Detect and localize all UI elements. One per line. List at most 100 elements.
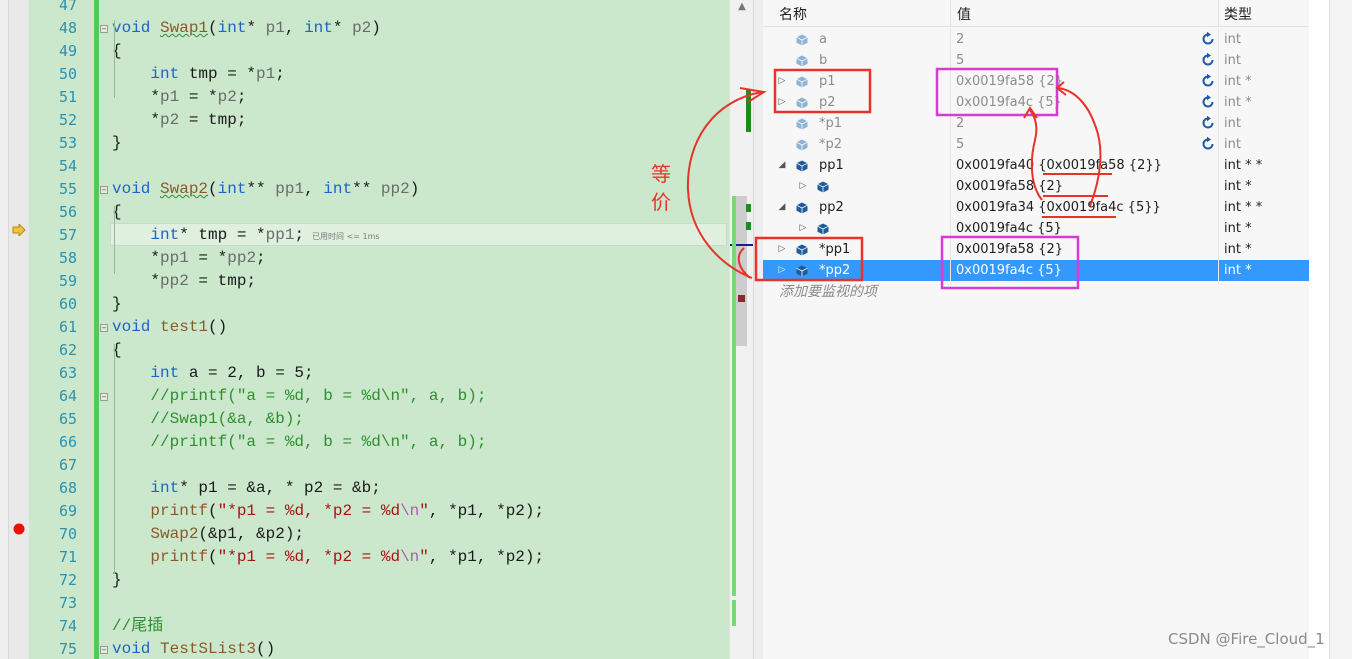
refresh-icon[interactable] xyxy=(1200,115,1216,131)
scrollbar-thumb[interactable] xyxy=(736,196,747,346)
watch-row[interactable]: ▷ 0x0019fa4c {5} int * xyxy=(763,218,1309,239)
watch-value[interactable]: 0x0019fa40 {0x0019fa58 {2}} xyxy=(956,155,1196,176)
collapse-arrow-icon[interactable]: ◢ xyxy=(777,197,787,218)
watch-row[interactable]: ◢ pp2 0x0019fa34 {0x0019fa4c {5}} int * * xyxy=(763,197,1309,218)
panel-splitter[interactable] xyxy=(753,0,763,659)
code-line[interactable]: int tmp = *p1; xyxy=(112,63,284,86)
watch-name[interactable] xyxy=(840,176,949,197)
collapse-arrow-icon[interactable]: ◢ xyxy=(777,155,787,176)
watch-name[interactable]: pp1 xyxy=(819,155,949,176)
watch-row[interactable]: ▷ *pp1 0x0019fa58 {2} int * xyxy=(763,239,1309,260)
watch-value[interactable]: 0x0019fa4c {5} xyxy=(956,218,1196,239)
watch-row[interactable]: ▷ p2 0x0019fa4c {5} int * xyxy=(763,92,1309,113)
code-line[interactable]: Swap2(&p1, &p2); xyxy=(112,523,304,546)
watch-type[interactable]: int xyxy=(1224,113,1309,134)
fold-toggle-icon[interactable]: − xyxy=(100,178,112,201)
fold-toggle-icon[interactable]: − xyxy=(100,316,112,339)
watch-type[interactable]: int * * xyxy=(1224,197,1309,218)
code-line[interactable]: int* p1 = &a, * p2 = &b; xyxy=(112,477,380,500)
watch-row[interactable]: ▷ *pp2 0x0019fa4c {5} int * xyxy=(763,260,1309,281)
watch-vertical-scrollbar[interactable] xyxy=(1329,0,1352,659)
scroll-up-icon[interactable]: ▲ xyxy=(734,1,750,15)
breakpoint-icon[interactable] xyxy=(9,519,29,539)
expand-arrow-icon[interactable]: ▷ xyxy=(798,218,808,239)
expand-arrow-icon[interactable]: ▷ xyxy=(777,71,787,92)
editor-vertical-scrollbar[interactable]: ▲ xyxy=(729,0,754,659)
refresh-icon[interactable] xyxy=(1200,136,1216,152)
fold-toggle-icon[interactable]: − xyxy=(100,638,112,659)
watch-value[interactable]: 0x0019fa34 {0x0019fa4c {5}} xyxy=(956,197,1196,218)
watch-row[interactable]: ◢ pp1 0x0019fa40 {0x0019fa58 {2}} int * * xyxy=(763,155,1309,176)
fold-toggle-icon[interactable]: − xyxy=(100,17,112,40)
watch-type[interactable]: int * * xyxy=(1224,155,1309,176)
code-line[interactable]: //printf("a = %d, b = %d\n", a, b); xyxy=(112,431,486,454)
expand-arrow-icon[interactable]: ▷ xyxy=(777,239,787,260)
watch-value[interactable]: 0x0019fa58 {2} xyxy=(956,176,1196,197)
refresh-icon[interactable] xyxy=(1200,73,1216,89)
watch-name[interactable]: *pp2 xyxy=(819,260,949,281)
watch-value[interactable]: 0x0019fa4c {5} xyxy=(956,92,1196,113)
code-line[interactable]: *pp1 = *pp2; xyxy=(112,247,265,270)
code-line[interactable]: *pp2 = tmp; xyxy=(112,270,256,293)
watch-row[interactable]: a 2 int xyxy=(763,29,1309,50)
fold-toggle-icon[interactable]: − xyxy=(100,385,112,408)
watch-value[interactable]: 2 xyxy=(956,29,1196,50)
watch-row[interactable]: ▷ p1 0x0019fa58 {2} int * xyxy=(763,71,1309,92)
watch-type[interactable]: int * xyxy=(1224,218,1309,239)
watch-name[interactable]: pp2 xyxy=(819,197,949,218)
watch-type[interactable]: int * xyxy=(1224,176,1309,197)
watch-type[interactable]: int * xyxy=(1224,92,1309,113)
refresh-icon[interactable] xyxy=(1200,52,1216,68)
code-line[interactable]: void Swap2(int** pp1, int** pp2) xyxy=(112,178,419,201)
watch-name[interactable] xyxy=(840,218,949,239)
watch-row[interactable]: b 5 int xyxy=(763,50,1309,71)
expand-arrow-icon[interactable]: ▷ xyxy=(777,92,787,113)
watch-type[interactable]: int * xyxy=(1224,239,1309,260)
code-line[interactable]: printf("*p1 = %d, *p2 = %d\n", *p1, *p2)… xyxy=(112,500,544,523)
watch-type[interactable]: int xyxy=(1224,50,1309,71)
watch-row[interactable]: *p1 2 int xyxy=(763,113,1309,134)
watch-type[interactable]: int xyxy=(1224,134,1309,155)
refresh-icon[interactable] xyxy=(1200,94,1216,110)
watch-type[interactable]: int * xyxy=(1224,71,1309,92)
code-line[interactable]: } xyxy=(112,293,122,316)
code-line[interactable]: //Swap1(&a, &b); xyxy=(112,408,304,431)
watch-row[interactable]: *p2 5 int xyxy=(763,134,1309,155)
code-line[interactable]: } xyxy=(112,132,122,155)
perf-tip[interactable]: 已用时间 <= 1ms xyxy=(312,232,380,241)
watch-row[interactable]: ▷ 0x0019fa58 {2} int * xyxy=(763,176,1309,197)
code-line[interactable]: printf("*p1 = %d, *p2 = %d\n", *p1, *p2)… xyxy=(112,546,544,569)
code-line[interactable]: //尾插 xyxy=(112,615,163,638)
watch-name[interactable]: *p2 xyxy=(819,134,949,155)
expand-arrow-icon[interactable]: ▷ xyxy=(798,176,808,197)
code-line[interactable]: void test1() xyxy=(112,316,227,339)
watch-name[interactable]: *pp1 xyxy=(819,239,949,260)
expand-arrow-icon[interactable]: ▷ xyxy=(777,260,787,281)
code-line[interactable]: int a = 2, b = 5; xyxy=(112,362,313,385)
code-line[interactable]: void Swap1(int* p1, int* p2) xyxy=(112,17,381,40)
watch-window[interactable]: 名称 值 类型 a 2 int b 5 int ▷ p1 0x0019fa58 {2} int *… xyxy=(763,0,1352,659)
glyph-margin[interactable] xyxy=(9,0,29,659)
watch-name[interactable]: p2 xyxy=(819,92,949,113)
watch-name[interactable]: *p1 xyxy=(819,113,949,134)
watch-name[interactable]: b xyxy=(819,50,949,71)
column-separator[interactable] xyxy=(1218,0,1219,27)
column-separator[interactable] xyxy=(950,0,951,27)
watch-type[interactable]: int * xyxy=(1224,260,1309,281)
add-watch-item[interactable]: 添加要监视的项 xyxy=(779,281,877,301)
watch-value[interactable]: 0x0019fa58 {2} xyxy=(956,239,1196,260)
watch-value[interactable]: 0x0019fa58 {2} xyxy=(956,71,1196,92)
column-header-type[interactable]: 类型 xyxy=(1224,0,1252,27)
code-line[interactable]: void TestSList3() xyxy=(112,638,275,659)
watch-type[interactable]: int xyxy=(1224,29,1309,50)
refresh-icon[interactable] xyxy=(1200,31,1216,47)
column-header-name[interactable]: 名称 xyxy=(779,0,807,27)
code-area[interactable]: − void Swap1(int* p1, int* p2){ int tmp =… xyxy=(100,0,729,659)
watch-name[interactable]: a xyxy=(819,29,949,50)
watch-value[interactable]: 5 xyxy=(956,134,1196,155)
watch-name[interactable]: p1 xyxy=(819,71,949,92)
code-editor[interactable]: 47 48 49 50 51 52 53 54 55 56 57 58 59 60 61 62 63 64 65 66… xyxy=(0,0,729,659)
watch-value[interactable]: 2 xyxy=(956,113,1196,134)
watch-value[interactable]: 0x0019fa4c {5} xyxy=(956,260,1196,281)
column-header-value[interactable]: 值 xyxy=(957,0,971,27)
